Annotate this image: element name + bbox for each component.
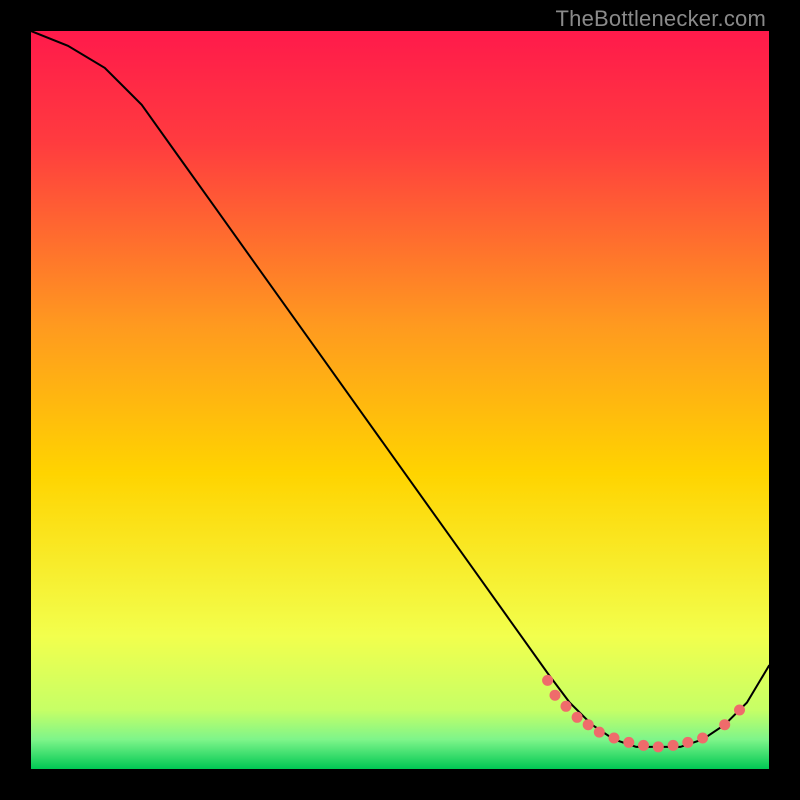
marker-dot [668,740,679,751]
marker-dot [583,719,594,730]
plot-area [31,31,769,769]
marker-dot [653,741,664,752]
marker-dot [572,712,583,723]
gradient-background [31,31,769,769]
marker-dot [734,705,745,716]
chart-frame: TheBottlenecker.com [0,0,800,800]
marker-dot [719,719,730,730]
marker-dot [697,733,708,744]
marker-dot [638,740,649,751]
watermark-text: TheBottlenecker.com [556,6,766,32]
chart-svg [31,31,769,769]
marker-dot [609,733,620,744]
marker-dot [561,701,572,712]
marker-dot [682,737,693,748]
marker-dot [550,690,561,701]
marker-dot [594,727,605,738]
marker-dot [542,675,553,686]
marker-dot [623,737,634,748]
